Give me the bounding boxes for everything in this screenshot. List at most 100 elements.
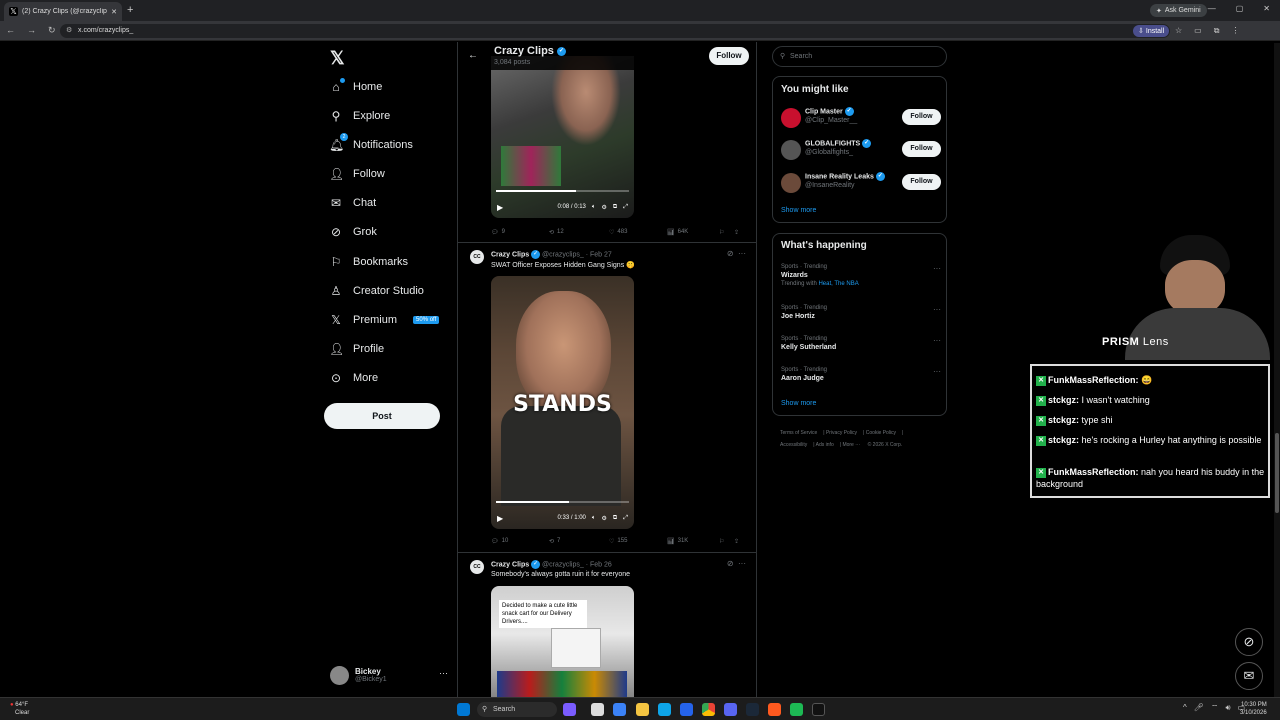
follow-button[interactable]: Follow <box>902 174 941 190</box>
video-player[interactable]: ▶ 0:08 / 0:13 🔈︎ ⚙ ⧉ ⤢ <box>491 56 634 218</box>
footer-link[interactable]: Privacy Policy <box>826 430 857 436</box>
page-scrollbar[interactable] <box>1274 43 1280 697</box>
nav-premium[interactable]: 𝕏 Premium 50% off <box>329 311 440 329</box>
x-logo-icon[interactable]: 𝕏 <box>330 48 345 69</box>
extensions-icon[interactable]: ⧉ <box>1214 26 1220 36</box>
bookmark-button[interactable]: ⚐ <box>719 229 734 236</box>
author-handle[interactable]: @crazyclips_ <box>542 251 584 258</box>
file-explorer-icon[interactable] <box>636 703 649 716</box>
mic-icon[interactable]: 🎤︎ <box>1194 703 1204 713</box>
minimize-icon[interactable]: — <box>1208 4 1216 13</box>
forward-icon[interactable]: → <box>27 25 36 36</box>
footer-link[interactable]: Accessibility <box>780 442 807 448</box>
suggestion-item[interactable]: Insane Reality Leaks ✓ @InsaneReality Fo… <box>781 172 941 194</box>
install-button[interactable]: ⇩ Install <box>1133 25 1170 37</box>
fullscreen-icon[interactable]: ⤢ <box>623 204 628 211</box>
nav-home[interactable]: ⌂ Home <box>329 78 382 96</box>
more-dots-icon[interactable]: ··· <box>738 249 746 258</box>
grok-icon[interactable]: ⊘ <box>727 249 734 258</box>
weather-widget[interactable]: ● 64°F Clear <box>10 701 29 717</box>
suggestion-item[interactable]: Clip Master ✓ @Clip_Master__ Follow <box>781 107 941 129</box>
trend-item[interactable]: Sports · Trending Joe Hortiz ··· <box>781 305 941 320</box>
repost-button[interactable]: ⟲ 7 <box>549 538 609 545</box>
suggestion-item[interactable]: GLOBALFIGHTS ✓ @Globalfights_ Follow <box>781 139 941 161</box>
tab-close-icon[interactable]: ✕ <box>111 8 117 16</box>
site-info-icon[interactable]: ⚙ <box>66 24 72 38</box>
tray-overflow-icon[interactable]: ^ <box>1183 703 1187 713</box>
nav-bookmarks[interactable]: ⚐ Bookmarks <box>329 253 408 271</box>
spotify-icon[interactable] <box>790 703 803 716</box>
views-button[interactable]: 📊︎ 31K <box>667 538 719 545</box>
close-window-icon[interactable]: ✕ <box>1263 4 1270 13</box>
back-icon[interactable]: ← <box>6 25 15 36</box>
share-icon[interactable]: ⇪ <box>734 229 739 236</box>
taskbar-search[interactable]: ⚲ Search <box>477 702 557 717</box>
trend-item[interactable]: Sports · Trending Wizards Trending with … <box>781 264 941 287</box>
account-switcher[interactable]: Bickey @Bickey1 ··· <box>330 662 448 688</box>
post-date[interactable]: · Feb 26 <box>586 561 612 568</box>
follow-button[interactable]: Follow <box>709 47 749 65</box>
bookmark-button[interactable]: ⚐ <box>719 538 734 545</box>
post-button[interactable]: Post <box>324 403 440 429</box>
post-image[interactable]: Decided to make a cute little snack cart… <box>491 586 634 697</box>
settings-icon[interactable]: ⚙ <box>602 204 607 211</box>
copilot-icon[interactable] <box>563 703 576 716</box>
more-dots-icon[interactable]: ··· <box>933 336 941 345</box>
show-more-link[interactable]: Show more <box>781 400 816 407</box>
discord-icon[interactable] <box>724 703 737 716</box>
pip-icon[interactable]: ⧉ <box>613 515 617 522</box>
nav-grok[interactable]: ⊘ Grok <box>329 223 377 241</box>
nav-follow[interactable]: 👤︎ Follow <box>329 165 385 183</box>
app-icon[interactable] <box>613 703 626 716</box>
nav-creator-studio[interactable]: ♙ Creator Studio <box>329 282 424 300</box>
more-dots-icon[interactable]: ··· <box>933 367 941 376</box>
like-button[interactable]: ♡ 155 <box>609 538 667 545</box>
network-icon[interactable]: ⌔ <box>1211 703 1219 713</box>
video-progress-bar[interactable] <box>496 501 629 503</box>
reload-icon[interactable]: ↻ <box>48 25 56 36</box>
grok-icon[interactable]: ⊘ <box>727 559 734 568</box>
taskbar-clock[interactable]: 10:30 PM 3/10/2026 <box>1240 701 1267 717</box>
task-view-icon[interactable] <box>591 703 604 716</box>
fullscreen-icon[interactable]: ⤢ <box>623 515 628 522</box>
volume-icon[interactable]: 🔈︎ <box>592 204 596 211</box>
follow-button[interactable]: Follow <box>902 109 941 125</box>
more-dots-icon[interactable]: ··· <box>933 264 941 273</box>
store-icon[interactable] <box>680 703 693 716</box>
settings-icon[interactable]: ⚙ <box>602 515 607 522</box>
sidebar-icon[interactable]: ▭ <box>1194 26 1202 36</box>
nav-chat[interactable]: ✉ Chat <box>329 194 376 212</box>
author-name[interactable]: Crazy Clips <box>491 251 529 258</box>
back-arrow-icon[interactable]: ← <box>468 50 478 61</box>
footer-link[interactable]: Ads info <box>816 442 834 448</box>
ask-gemini-button[interactable]: ✦ Ask Gemini <box>1150 4 1207 17</box>
search-input[interactable]: ⚲ Search <box>772 46 947 67</box>
maximize-icon[interactable]: ▢ <box>1236 4 1244 13</box>
app-icon[interactable] <box>768 703 781 716</box>
windows-start-icon[interactable] <box>457 703 470 716</box>
reply-button[interactable]: 💬︎ 9 <box>491 229 549 236</box>
url-field[interactable]: ⚙ x.com/crazyclips_ <box>60 24 1170 38</box>
nav-more[interactable]: ⊙ More <box>329 369 378 387</box>
post-date[interactable]: · Feb 27 <box>586 251 612 258</box>
more-dots-icon[interactable]: ··· <box>738 559 746 568</box>
scrollbar-thumb[interactable] <box>1275 433 1279 513</box>
nav-notifications[interactable]: 🔔︎ 2 Notifications <box>329 133 413 154</box>
author-name[interactable]: Crazy Clips <box>491 561 529 568</box>
like-button[interactable]: ♡ 483 <box>609 229 667 236</box>
trend-item[interactable]: Sports · Trending Aaron Judge ··· <box>781 367 941 382</box>
volume-icon[interactable]: 🔊︎ <box>1225 703 1230 713</box>
nav-explore[interactable]: ⚲ Explore <box>329 107 391 125</box>
menu-icon[interactable]: ⋮ <box>1231 26 1239 36</box>
views-button[interactable]: 📊︎ 64K <box>667 229 719 236</box>
more-dots-icon[interactable]: ··· <box>439 668 448 678</box>
repost-button[interactable]: ⟲ 12 <box>549 229 609 236</box>
pip-icon[interactable]: ⧉ <box>613 204 617 211</box>
share-icon[interactable]: ⇪ <box>734 538 739 545</box>
footer-link[interactable]: Cookie Policy <box>866 430 896 436</box>
trend-item[interactable]: Sports · Trending Kelly Sutherland ··· <box>781 336 941 351</box>
browser-tab[interactable]: 𝕏 (2) Crazy Clips (@crazyclips_) / X ✕ <box>4 2 122 21</box>
star-icon[interactable]: ☆ <box>1175 26 1182 36</box>
follow-button[interactable]: Follow <box>902 141 941 157</box>
volume-icon[interactable]: 🔈︎ <box>592 515 596 522</box>
